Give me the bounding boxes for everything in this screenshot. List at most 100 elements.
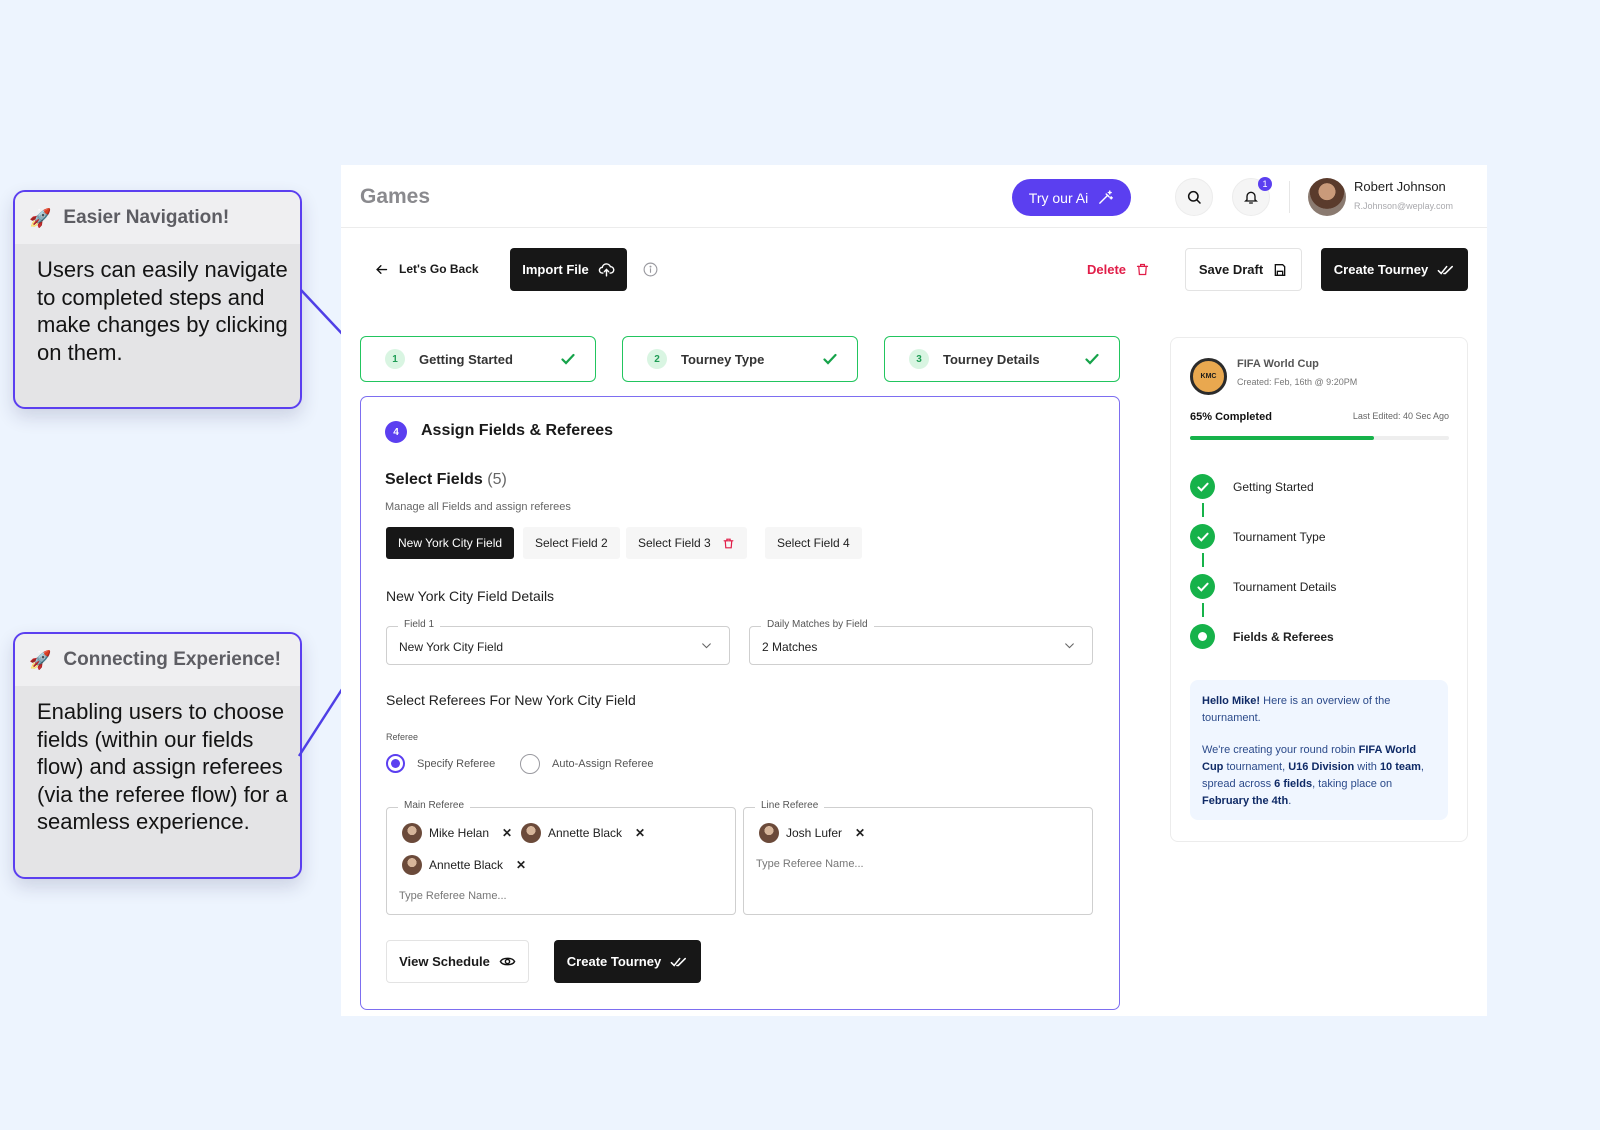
back-button[interactable]: Let's Go Back — [374, 257, 479, 281]
check-icon — [1196, 582, 1209, 592]
header-divider — [1289, 181, 1290, 213]
field-chip-new-york[interactable]: New York City Field — [386, 527, 515, 559]
line-referee-placeholder: Type Referee Name... — [756, 858, 864, 870]
avatar — [759, 823, 779, 843]
field-chip-3[interactable]: Select Field 3 — [626, 527, 747, 559]
step-number: 2 — [647, 349, 667, 369]
double-check-icon — [1437, 265, 1454, 275]
step-tourney-details[interactable]: 3 Tourney Details — [884, 336, 1120, 382]
trash-icon[interactable] — [722, 537, 735, 550]
trash-icon — [1136, 263, 1149, 275]
create-tourney-top-button[interactable]: Create Tourney — [1321, 248, 1468, 291]
delete-button[interactable]: Delete — [1087, 257, 1150, 281]
timeline-check — [1190, 474, 1215, 499]
import-file-button[interactable]: Import File — [510, 248, 627, 291]
field1-select[interactable]: Field 1 New York City Field — [386, 619, 730, 665]
callout-body: Users can easily navigate to completed s… — [37, 257, 288, 365]
field1-legend: Field 1 — [398, 619, 441, 630]
import-file-label: Import File — [522, 262, 589, 277]
radio-specify-label: Specify Referee — [417, 757, 496, 770]
check-icon — [1196, 482, 1209, 492]
radio-auto-assign-referee[interactable]: Auto-Assign Referee — [520, 754, 654, 774]
step-getting-started[interactable]: 1 Getting Started — [360, 336, 596, 382]
timeline-item[interactable]: Tournament Type — [1233, 530, 1326, 544]
radio-specify-referee[interactable]: Specify Referee — [386, 754, 495, 773]
check-icon — [1085, 353, 1099, 365]
current-step-number: 4 — [385, 421, 407, 443]
tournament-name: FIFA World Cup — [1237, 358, 1319, 370]
save-draft-button[interactable]: Save Draft — [1185, 248, 1302, 291]
delete-label: Delete — [1087, 261, 1127, 277]
greeting: Hello Mike! — [1202, 695, 1261, 707]
search-icon — [1187, 190, 1201, 204]
timeline-item-current[interactable]: Fields & Referees — [1233, 630, 1334, 644]
timeline-current — [1190, 624, 1215, 649]
check-icon — [561, 353, 575, 365]
timeline-connector — [1202, 603, 1204, 617]
step-tourney-type[interactable]: 2 Tourney Type — [622, 336, 858, 382]
magic-wand-icon — [1099, 190, 1114, 204]
callout-connecting-experience: 🚀 Connecting Experience! Enabling users … — [13, 632, 302, 879]
field-chip-4[interactable]: Select Field 4 — [765, 527, 862, 559]
avatar — [521, 823, 541, 843]
timeline-item[interactable]: Getting Started — [1233, 480, 1314, 494]
radio-selected — [386, 754, 405, 773]
select-fields-subtitle: Manage all Fields and assign referees — [385, 501, 571, 513]
view-schedule-button[interactable]: View Schedule — [386, 940, 529, 983]
main-referee-legend: Main Referee — [398, 800, 471, 811]
bell-icon — [1244, 191, 1258, 204]
last-edited: Last Edited: 40 Sec Ago — [1352, 411, 1449, 421]
top-bar: Games Try our Ai 1 Robert Johnson R.John… — [341, 165, 1487, 228]
progress-fill — [1190, 436, 1374, 440]
rocket-icon: 🚀 — [29, 649, 52, 670]
try-ai-button[interactable]: Try our Ai — [1012, 179, 1131, 216]
view-schedule-label: View Schedule — [399, 954, 490, 969]
timeline-check — [1190, 574, 1215, 599]
select-fields-count: (5) — [487, 471, 507, 488]
field-details-title: New York City Field Details — [386, 588, 555, 604]
step-number: 1 — [385, 349, 405, 369]
remove-icon[interactable]: ✕ — [516, 858, 526, 872]
radio-auto-label: Auto-Assign Referee — [552, 758, 654, 770]
remove-icon[interactable]: ✕ — [855, 826, 865, 840]
rocket-icon: 🚀 — [29, 207, 52, 228]
back-label: Let's Go Back — [399, 262, 479, 276]
callout-header: 🚀 Easier Navigation! — [15, 192, 300, 244]
user-name[interactable]: Robert Johnson — [1354, 179, 1446, 194]
step-number: 3 — [909, 349, 929, 369]
field1-value: New York City Field — [399, 640, 504, 654]
eye-icon — [499, 957, 516, 966]
referee-chip: Annette Black ✕ — [402, 855, 526, 875]
field-chip-2[interactable]: Select Field 2 — [523, 527, 620, 559]
form-title: Assign Fields & Referees — [421, 422, 614, 439]
try-ai-label: Try our Ai — [1028, 189, 1089, 206]
referee-name: Annette Black — [548, 826, 623, 840]
create-tourney-bottom-button[interactable]: Create Tourney — [554, 940, 701, 983]
remove-icon[interactable]: ✕ — [502, 826, 512, 840]
cloud-upload-icon — [598, 263, 615, 277]
user-avatar[interactable] — [1308, 178, 1346, 216]
callout-body: Enabling users to choose fields (within … — [37, 699, 288, 834]
referees-title: Select Referees For New York City Field — [386, 692, 636, 708]
timeline-item[interactable]: Tournament Details — [1233, 580, 1336, 594]
referee-name: Josh Lufer — [786, 826, 843, 840]
tournament-logo: KMC — [1190, 358, 1227, 395]
daily-matches-select[interactable]: Daily Matches by Field 2 Matches — [749, 619, 1093, 665]
main-referee-placeholder: Type Referee Name... — [399, 890, 507, 902]
line-referee-input[interactable]: Line Referee Josh Lufer ✕ Type Referee N… — [743, 800, 1093, 915]
daily-matches-legend: Daily Matches by Field — [761, 619, 874, 630]
callout-easier-navigation: 🚀 Easier Navigation! Users can easily na… — [13, 190, 302, 409]
info-icon[interactable] — [642, 261, 659, 278]
notifications-button[interactable]: 1 — [1232, 177, 1272, 216]
avatar — [402, 855, 422, 875]
tournament-created: Created: Feb, 16th @ 9:20PM — [1237, 377, 1358, 387]
search-button[interactable] — [1175, 178, 1213, 216]
remove-icon[interactable]: ✕ — [635, 826, 645, 840]
referee-chip: Mike Helan ✕ — [402, 823, 512, 843]
timeline-connector — [1202, 553, 1204, 567]
main-referee-input[interactable]: Main Referee Mike Helan ✕ Annette Black … — [386, 800, 736, 915]
tournament-summary: KMC FIFA World Cup Created: Feb, 16th @ … — [1170, 337, 1468, 842]
chevron-down-icon — [702, 643, 711, 649]
notification-badge: 1 — [1258, 177, 1272, 191]
referee-chip: Annette Black ✕ — [521, 823, 645, 843]
